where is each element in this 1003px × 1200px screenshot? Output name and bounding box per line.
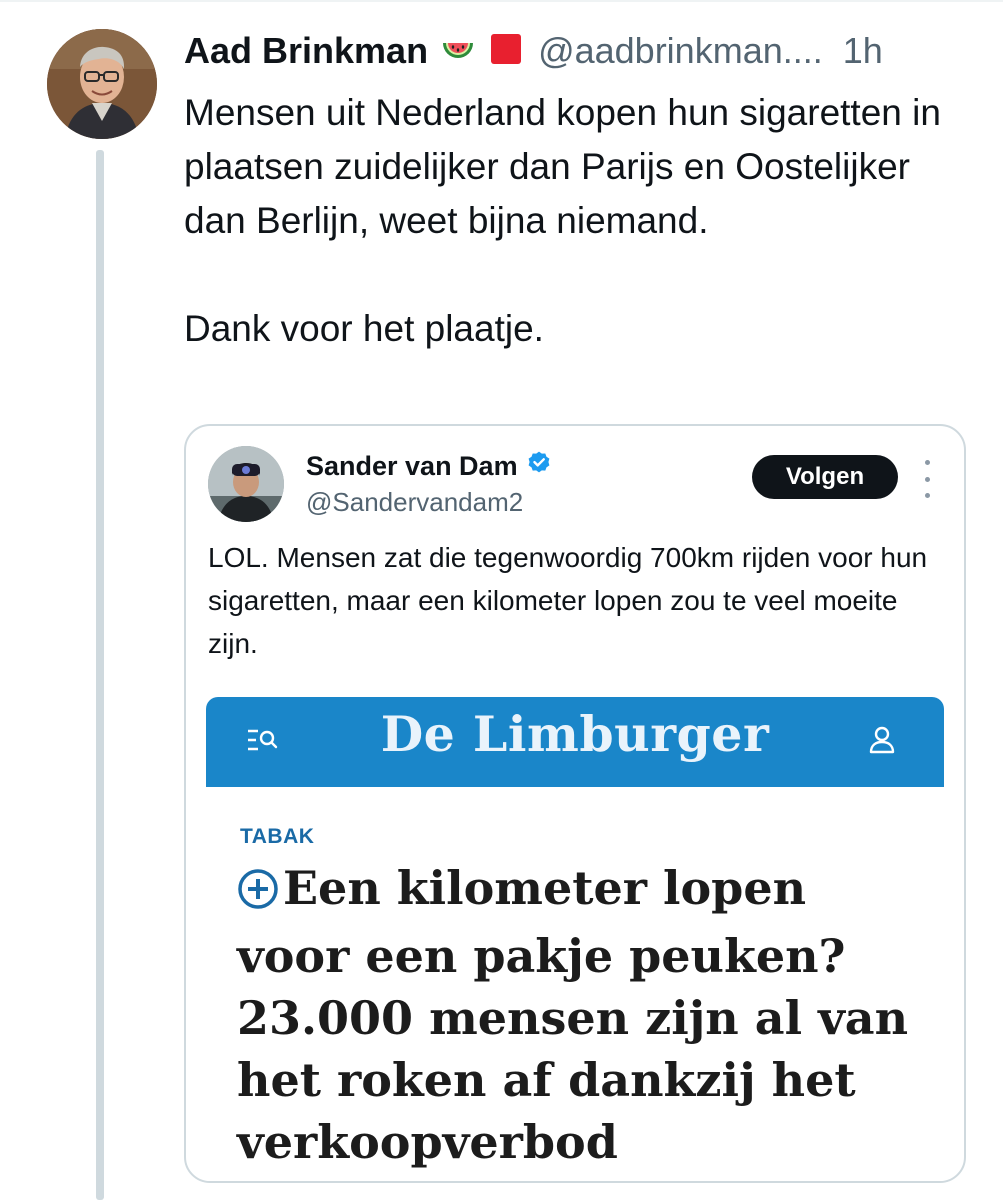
timestamp[interactable]: 1h xyxy=(843,30,883,72)
article-kicker: TABAK xyxy=(240,825,315,848)
user-account-icon xyxy=(866,721,898,761)
quoted-author-name-row: Sander van Dam xyxy=(306,450,552,483)
author-name[interactable]: Aad Brinkman xyxy=(184,30,428,72)
article-screenshot[interactable]: De Limburger TABAK Een kilometer lopen v… xyxy=(206,697,944,1181)
author-avatar[interactable] xyxy=(47,29,157,139)
follow-button[interactable]: Volgen xyxy=(752,455,898,499)
tweet-header: Aad Brinkman @aadbrinkman.... 1h xyxy=(184,26,883,76)
newspaper-logo: De Limburger xyxy=(380,705,770,763)
quoted-author-handle[interactable]: @Sandervandam2 xyxy=(306,487,523,518)
article-headline-text: Een kilometer lopen voor een pakje peuke… xyxy=(237,861,909,1169)
red-square-icon xyxy=(488,31,524,72)
quoted-tweet-text: LOL. Mensen zat die tegenwoordig 700km r… xyxy=(208,542,928,659)
quoted-tweet-card[interactable]: Sander van Dam @Sandervandam2 Volgen LOL… xyxy=(184,424,966,1183)
tweet-text: Mensen uit Nederland kopen hun sigarette… xyxy=(184,86,944,356)
quoted-author-avatar[interactable] xyxy=(208,446,284,522)
tweet-paragraph: Mensen uit Nederland kopen hun sigarette… xyxy=(184,92,941,241)
tweet-paragraph: Dank voor het plaatje. xyxy=(184,308,544,349)
quoted-author-name[interactable]: Sander van Dam xyxy=(306,451,518,482)
more-options-icon[interactable] xyxy=(916,460,938,498)
verified-badge-icon xyxy=(526,450,552,483)
article-headline: Een kilometer lopen voor een pakje peuke… xyxy=(237,857,927,1173)
author-handle[interactable]: @aadbrinkman.... xyxy=(538,30,823,72)
top-divider xyxy=(0,0,1003,2)
thread-line xyxy=(96,150,104,1200)
watermelon-icon xyxy=(440,31,476,72)
newspaper-banner: De Limburger xyxy=(206,697,944,787)
plus-icon xyxy=(237,863,279,925)
